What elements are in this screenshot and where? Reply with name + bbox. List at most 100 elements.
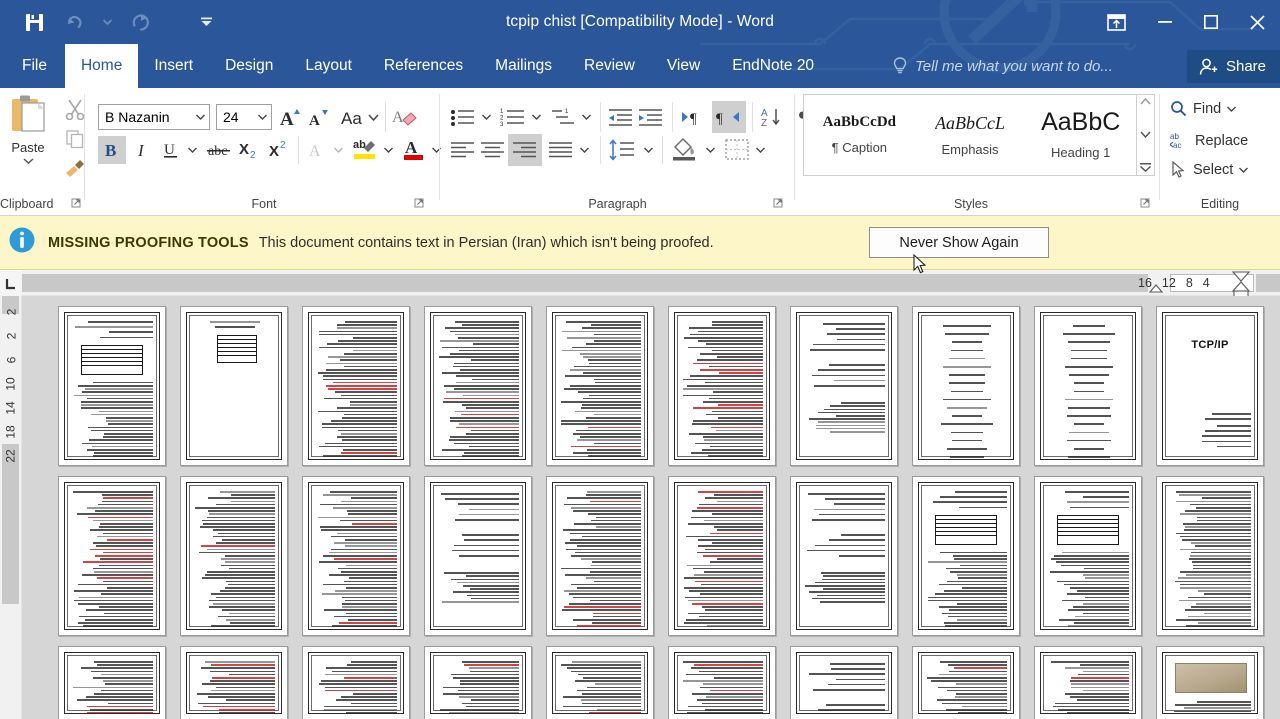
page-thumbnail[interactable] — [790, 306, 898, 466]
page-thumbnail[interactable] — [302, 476, 410, 636]
text-effects-dropdown-button[interactable] — [330, 136, 346, 164]
page-thumbnail[interactable] — [302, 306, 410, 466]
font-name-chevron-down-icon[interactable] — [196, 114, 205, 120]
style-item-caption[interactable]: AaBbCcDd ¶ Caption — [804, 95, 915, 175]
close-button[interactable] — [1234, 2, 1280, 42]
tab-file[interactable]: File — [0, 44, 65, 88]
tab-endnote[interactable]: EndNote 20 — [716, 44, 830, 88]
line-spacing-button[interactable] — [606, 136, 638, 164]
page-thumbnail[interactable] — [668, 306, 776, 466]
page-thumbnail[interactable] — [668, 646, 776, 719]
rtl-direction-button[interactable]: ¶ — [712, 101, 746, 133]
line-spacing-dropdown-button[interactable] — [640, 136, 656, 164]
clear-formatting-button[interactable]: A — [390, 103, 420, 131]
page-thumbnail[interactable] — [912, 646, 1020, 719]
select-button[interactable]: Select — [1170, 161, 1249, 179]
page-thumbnail[interactable] — [1034, 476, 1142, 636]
tab-references[interactable]: References — [368, 44, 479, 88]
page-thumbnail[interactable] — [180, 306, 288, 466]
decrease-indent-button[interactable] — [606, 103, 636, 131]
font-name-input[interactable]: B Nazanin — [98, 104, 210, 130]
select-chevron-down-icon[interactable] — [1239, 167, 1249, 173]
cut-button[interactable] — [58, 94, 92, 124]
font-size-chevron-down-icon[interactable] — [258, 114, 267, 120]
page-thumbnail[interactable] — [790, 646, 898, 719]
paste-button[interactable]: Paste — [0, 94, 56, 164]
styles-dialog-launcher[interactable] — [1139, 197, 1152, 210]
multilevel-dropdown-button[interactable] — [578, 103, 594, 131]
styles-scroll-up-icon[interactable] — [1140, 98, 1151, 105]
style-item-emphasis[interactable]: AaBbCcL Emphasis — [915, 95, 1026, 175]
align-center-button[interactable] — [478, 136, 508, 164]
strikethrough-button[interactable]: abc — [204, 136, 234, 164]
numbering-dropdown-button[interactable] — [528, 103, 544, 131]
page-thumbnail[interactable] — [424, 306, 532, 466]
tab-design[interactable]: Design — [209, 44, 289, 88]
page-thumbnail[interactable] — [424, 476, 532, 636]
undo-button[interactable] — [54, 3, 94, 41]
page-thumbnail[interactable] — [912, 306, 1020, 466]
find-chevron-down-icon[interactable] — [1227, 106, 1237, 112]
text-effects-button[interactable]: A — [304, 136, 330, 164]
multilevel-list-button[interactable]: 1 — [548, 103, 578, 131]
italic-button[interactable]: I — [128, 136, 156, 164]
bullets-dropdown-button[interactable] — [478, 103, 494, 131]
tab-insert[interactable]: Insert — [138, 44, 209, 88]
tab-review[interactable]: Review — [568, 44, 651, 88]
font-size-input[interactable]: 24 — [216, 104, 272, 130]
paste-dropdown-icon[interactable] — [23, 158, 34, 164]
style-item-heading1[interactable]: AaBbC Heading 1 — [1025, 95, 1136, 175]
page-thumbnail[interactable] — [546, 306, 654, 466]
font-dialog-launcher[interactable] — [413, 197, 426, 210]
underline-dropdown-button[interactable] — [184, 136, 200, 164]
justify-dropdown-button[interactable] — [576, 136, 592, 164]
grow-font-button[interactable]: A — [278, 103, 306, 131]
horizontal-ruler[interactable] — [22, 270, 1280, 296]
subscript-button[interactable]: X2 — [236, 136, 264, 164]
bold-button[interactable]: B — [98, 136, 126, 164]
restore-button[interactable] — [1188, 2, 1234, 42]
numbering-button[interactable]: 123 — [498, 103, 528, 131]
underline-button[interactable]: U — [158, 136, 184, 164]
page-thumbnail[interactable] — [58, 306, 166, 466]
change-case-button[interactable]: Aa — [338, 103, 382, 131]
page-thumbnail[interactable] — [180, 476, 288, 636]
tab-home[interactable]: Home — [64, 44, 139, 88]
shading-button[interactable] — [668, 134, 700, 164]
minimize-button[interactable] — [1142, 2, 1188, 42]
undo-dropdown-button[interactable] — [94, 3, 120, 41]
page-thumbnail[interactable] — [546, 476, 654, 636]
align-left-button[interactable] — [448, 136, 478, 164]
paragraph-dialog-launcher[interactable] — [772, 197, 785, 210]
page-thumbnail[interactable] — [1034, 306, 1142, 466]
styles-more-icon[interactable] — [1139, 163, 1152, 172]
page-thumbnail[interactable] — [668, 476, 776, 636]
tell-me-search[interactable]: Tell me what you want to do... — [893, 44, 1113, 88]
increase-indent-button[interactable] — [636, 103, 666, 131]
copy-button[interactable] — [58, 124, 92, 154]
bullets-button[interactable] — [448, 103, 478, 131]
save-button[interactable] — [14, 3, 54, 41]
page-thumbnail[interactable] — [1034, 646, 1142, 719]
tab-stop-selector-button[interactable] — [0, 271, 22, 296]
styles-scroll-controls[interactable] — [1137, 94, 1155, 176]
page-thumbnail[interactable] — [912, 476, 1020, 636]
page-thumbnail[interactable] — [58, 646, 166, 719]
customize-quick-access-button[interactable] — [186, 3, 226, 41]
page-thumbnail[interactable]: TCP/IP — [1156, 306, 1264, 466]
styles-scroll-down-icon[interactable] — [1140, 130, 1151, 138]
page-thumbnail[interactable] — [302, 646, 410, 719]
highlight-dropdown-button[interactable] — [380, 136, 396, 164]
tab-mailings[interactable]: Mailings — [479, 44, 568, 88]
borders-button[interactable] — [722, 136, 752, 164]
font-color-button[interactable]: A — [400, 134, 428, 164]
superscript-button[interactable]: X2 — [266, 136, 294, 164]
redo-button[interactable] — [120, 3, 160, 41]
borders-dropdown-button[interactable] — [752, 136, 768, 164]
page-thumbnail[interactable] — [58, 476, 166, 636]
ltr-direction-button[interactable]: ¶ — [678, 103, 710, 131]
never-show-again-button[interactable]: Never Show Again — [869, 227, 1049, 258]
align-right-button[interactable] — [508, 134, 542, 166]
justify-button[interactable] — [546, 136, 576, 164]
share-button[interactable]: Share — [1186, 50, 1280, 83]
